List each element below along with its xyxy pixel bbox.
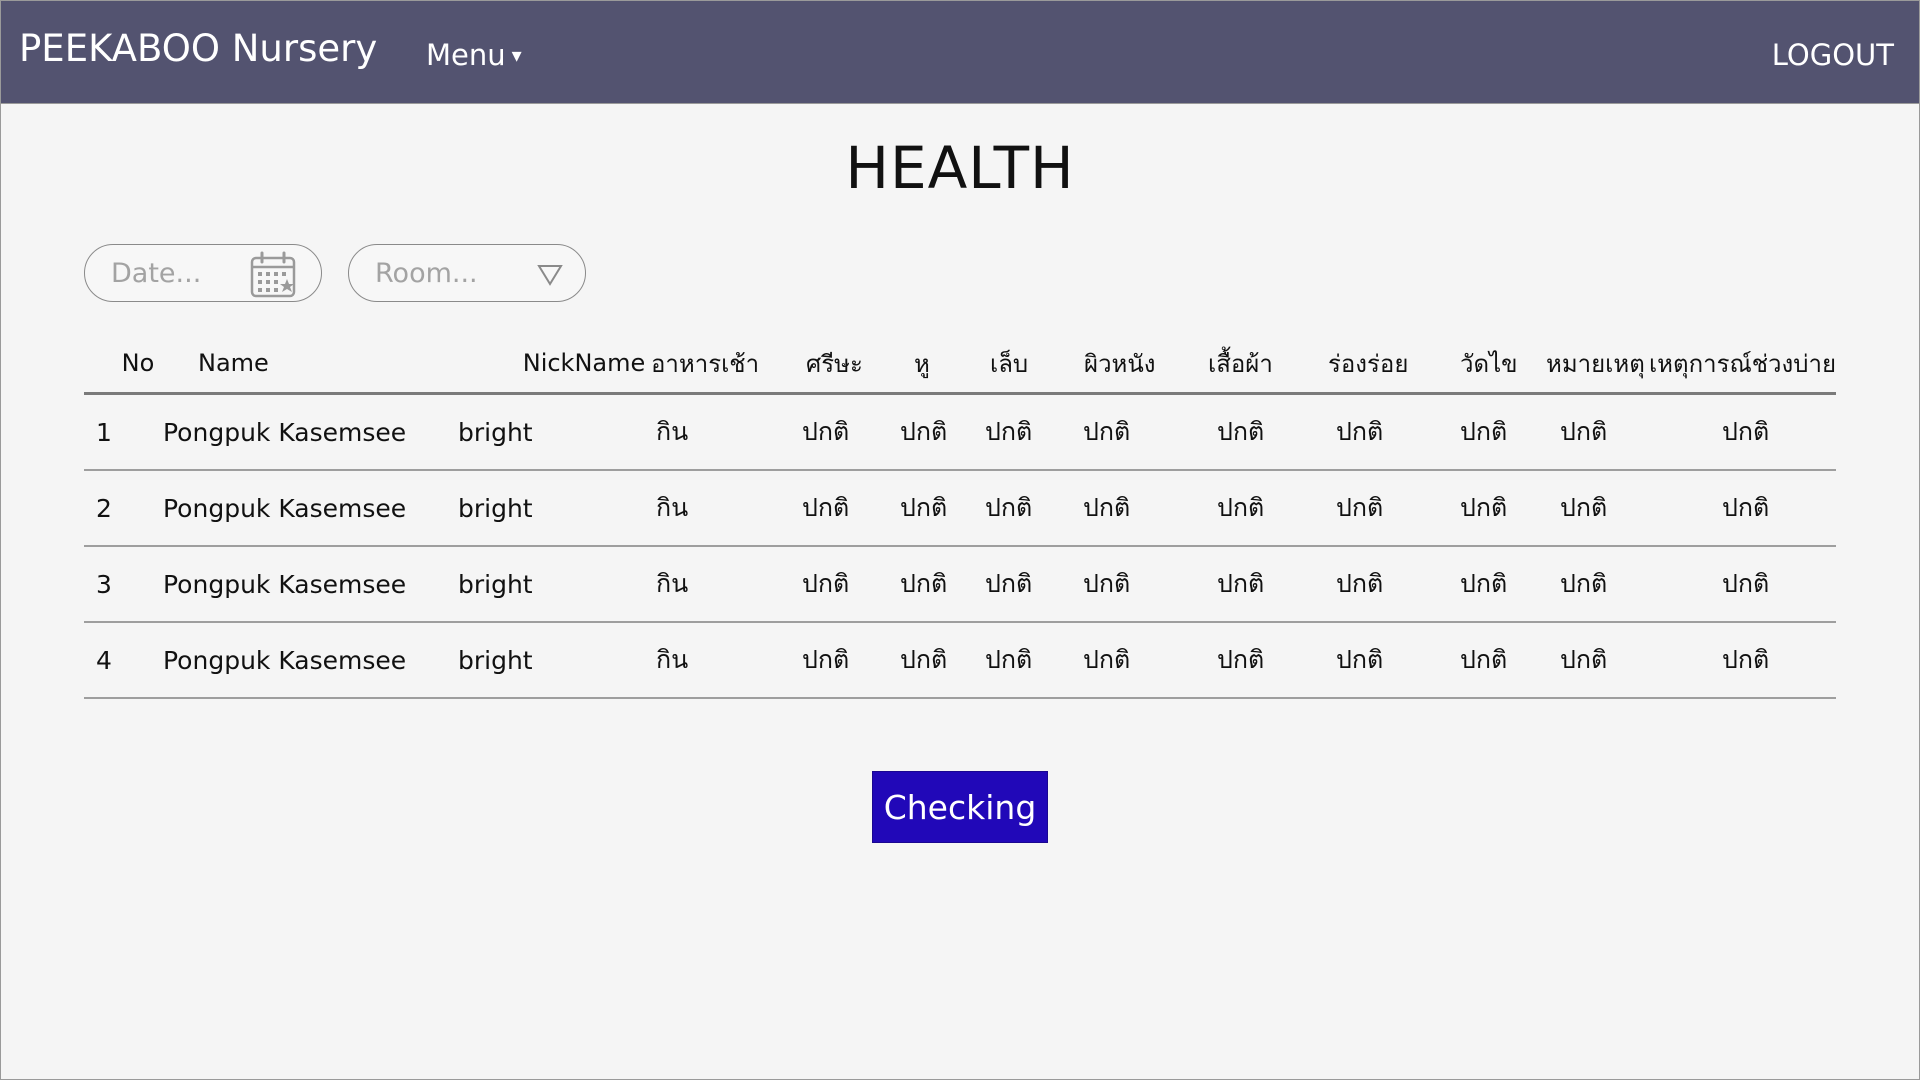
table-row[interactable]: 1 Pongpuk Kasemsee bright กิน ปกติ ปกติ …: [84, 395, 1836, 471]
date-input[interactable]: [111, 254, 261, 292]
table-cell: Pongpuk Kasemsee: [163, 645, 407, 675]
calendar-icon[interactable]: [249, 251, 297, 303]
menu-dropdown-button[interactable]: Menu ▾: [426, 35, 522, 75]
room-input[interactable]: [375, 254, 525, 292]
top-navbar: PEEKABOO Nursery Menu ▾ LOGOUT: [1, 1, 1919, 104]
table-cell: 3: [96, 569, 112, 599]
table-cell: ปกติ: [1722, 645, 1770, 674]
table-row[interactable]: 2 Pongpuk Kasemsee bright กิน ปกติ ปกติ …: [84, 471, 1836, 547]
column-header: No: [121, 349, 155, 377]
table-cell: 2: [96, 493, 112, 523]
table-cell: ปกติ: [1722, 569, 1770, 598]
chevron-down-icon: ▾: [511, 43, 522, 67]
table-cell: 1: [96, 417, 112, 447]
table-cell: ปกติ: [1722, 493, 1770, 522]
table-header-row: No Name NickName อาหารเช้า ศรีษะ หู เล็บ…: [84, 334, 1836, 395]
table-row[interactable]: 4 Pongpuk Kasemsee bright กิน ปกติ ปกติ …: [84, 623, 1836, 699]
room-filter[interactable]: [348, 244, 586, 302]
checking-button[interactable]: Checking: [872, 771, 1048, 843]
table-row[interactable]: 3 Pongpuk Kasemsee bright กิน ปกติ ปกติ …: [84, 547, 1836, 623]
column-header: เหตุการณ์ช่วงบ่าย: [1648, 349, 1836, 378]
menu-label: Menu: [426, 38, 506, 72]
triangle-down-icon[interactable]: [537, 264, 563, 290]
table-cell: Pongpuk Kasemsee: [163, 569, 407, 599]
table-cell: Pongpuk Kasemsee: [163, 417, 407, 447]
health-table: No Name NickName อาหารเช้า ศรีษะ หู เล็บ…: [84, 334, 1836, 699]
table-cell: Pongpuk Kasemsee: [163, 493, 407, 523]
table-cell: ปกติ: [1722, 417, 1770, 446]
page-title: HEALTH: [845, 134, 1075, 202]
brand-title: PEEKABOO Nursery: [19, 27, 378, 70]
date-filter[interactable]: [84, 244, 322, 302]
logout-button[interactable]: LOGOUT: [1772, 35, 1894, 75]
table-cell: 4: [96, 645, 112, 675]
